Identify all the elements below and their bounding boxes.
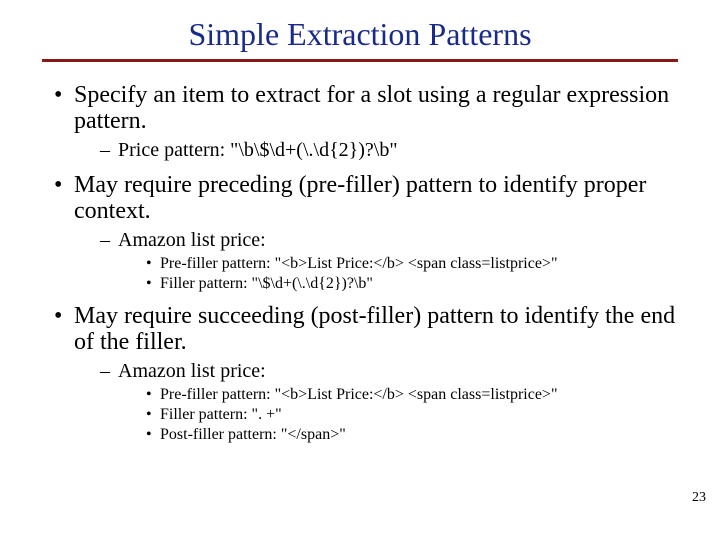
bullet-text: Price pattern: "\b\$\d+(\.\d{2})?\b" bbox=[118, 139, 398, 161]
divider-wrap bbox=[40, 59, 680, 68]
bullet-text: Filler pattern: "\$\d+(\.\d{2})?\b" bbox=[160, 275, 373, 292]
bullet-text: Amazon list price: bbox=[118, 360, 266, 382]
sub-list: Amazon list price: Pre-filler pattern: "… bbox=[74, 229, 680, 293]
bullet-text: Pre-filler pattern: "<b>List Price:</b> … bbox=[160, 255, 557, 272]
list-item: May require succeeding (post-filler) pat… bbox=[58, 303, 680, 444]
bullet-text: Post-filler pattern: "</span>" bbox=[160, 426, 346, 443]
list-item: May require preceding (pre-filler) patte… bbox=[58, 172, 680, 293]
list-item: Filler pattern: "\$\d+(\.\d{2})?\b" bbox=[148, 274, 680, 293]
bullet-text: Filler pattern: ". +" bbox=[160, 406, 282, 423]
list-item: Specify an item to extract for a slot us… bbox=[58, 82, 680, 162]
bullet-text: Amazon list price: bbox=[118, 229, 266, 251]
bullet-text: May require succeeding (post-filler) pat… bbox=[74, 303, 675, 355]
list-item: Pre-filler pattern: "<b>List Price:</b> … bbox=[148, 254, 680, 273]
bullet-text: Pre-filler pattern: "<b>List Price:</b> … bbox=[160, 386, 557, 403]
sub-list: Price pattern: "\b\$\d+(\.\d{2})?\b" bbox=[74, 139, 680, 162]
page-number: 23 bbox=[692, 490, 706, 506]
sub-list: Amazon list price: Pre-filler pattern: "… bbox=[74, 360, 680, 445]
sub-sub-list: Pre-filler pattern: "<b>List Price:</b> … bbox=[118, 254, 680, 293]
list-item: Amazon list price: Pre-filler pattern: "… bbox=[104, 229, 680, 293]
list-item: Amazon list price: Pre-filler pattern: "… bbox=[104, 360, 680, 445]
slide-title: Simple Extraction Patterns bbox=[40, 16, 680, 53]
list-item: Pre-filler pattern: "<b>List Price:</b> … bbox=[148, 385, 680, 404]
bullet-text: May require preceding (pre-filler) patte… bbox=[74, 172, 646, 224]
sub-sub-list: Pre-filler pattern: "<b>List Price:</b> … bbox=[118, 385, 680, 445]
bullet-list: Specify an item to extract for a slot us… bbox=[40, 82, 680, 444]
list-item: Filler pattern: ". +" bbox=[148, 405, 680, 424]
bullet-text: Specify an item to extract for a slot us… bbox=[74, 82, 669, 134]
list-item: Post-filler pattern: "</span>" bbox=[148, 425, 680, 444]
slide: Simple Extraction Patterns Specify an it… bbox=[0, 0, 720, 540]
divider bbox=[42, 59, 678, 62]
list-item: Price pattern: "\b\$\d+(\.\d{2})?\b" bbox=[104, 139, 680, 162]
